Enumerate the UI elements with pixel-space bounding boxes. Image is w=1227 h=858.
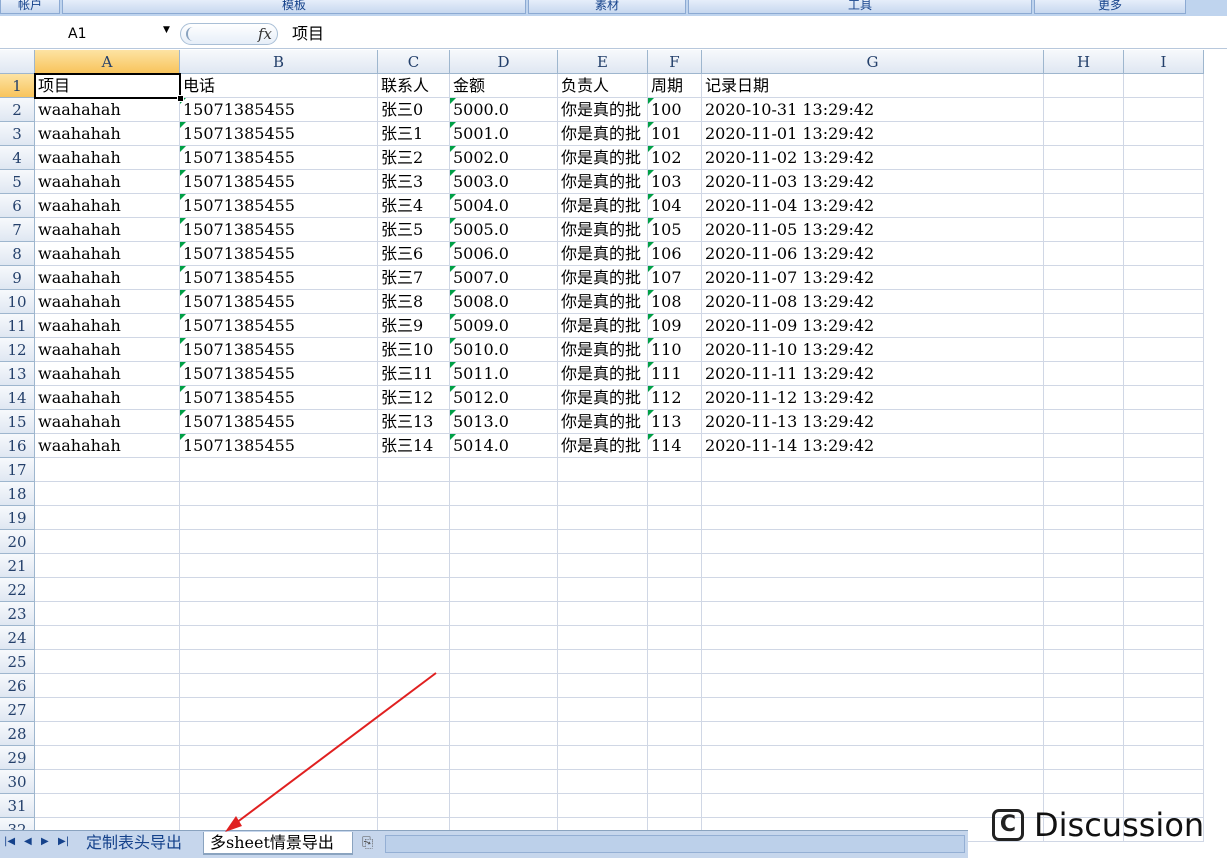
arrow-head [225, 816, 242, 832]
arrow-line [231, 672, 437, 827]
annotation-arrow-icon [225, 672, 437, 832]
